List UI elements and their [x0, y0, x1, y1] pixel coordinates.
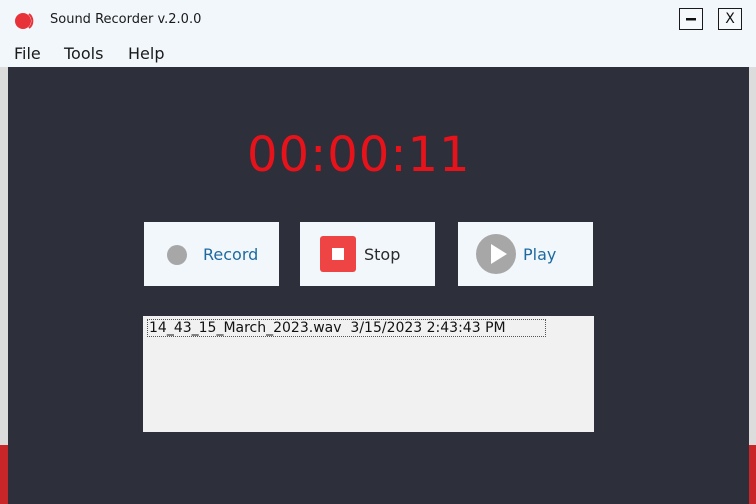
close-button[interactable]: X — [718, 8, 742, 30]
record-dot-icon — [167, 245, 187, 265]
window-edge-right — [749, 445, 756, 504]
menu-help[interactable]: Help — [128, 44, 164, 63]
minimize-icon — [686, 18, 696, 21]
play-label: Play — [523, 245, 557, 264]
play-button[interactable]: Play — [458, 222, 593, 286]
minimize-button[interactable] — [679, 8, 703, 30]
menu-bar: File Tools Help — [0, 40, 756, 67]
window-title: Sound Recorder v.2.0.0 — [50, 12, 202, 27]
stop-label: Stop — [364, 245, 401, 264]
title-bar: Sound Recorder v.2.0.0 X — [0, 0, 756, 40]
stop-square-icon — [320, 236, 356, 272]
stop-button[interactable]: Stop — [300, 222, 435, 286]
record-label: Record — [203, 245, 259, 264]
menu-tools[interactable]: Tools — [64, 44, 103, 63]
record-button[interactable]: Record — [144, 222, 279, 286]
list-item[interactable]: 14_43_15_March_2023.wav 3/15/2023 2:43:4… — [147, 319, 546, 337]
window-edge-left — [0, 445, 8, 504]
elapsed-timer: 00:00:11 — [247, 127, 471, 183]
menu-file[interactable]: File — [14, 44, 41, 63]
recordings-list[interactable]: 14_43_15_March_2023.wav 3/15/2023 2:43:4… — [143, 316, 594, 432]
play-triangle-icon — [476, 234, 516, 274]
close-icon: X — [725, 11, 735, 27]
app-logo-icon — [15, 13, 34, 29]
